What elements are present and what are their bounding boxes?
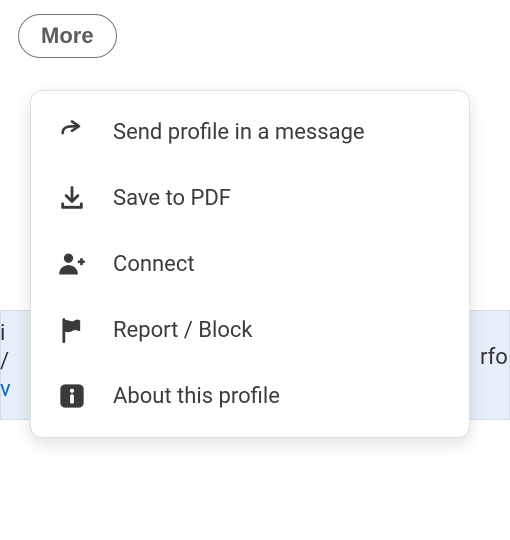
menu-item-label: About this profile [113, 384, 280, 409]
download-icon [57, 183, 87, 213]
menu-item-report-block[interactable]: Report / Block [31, 297, 469, 363]
flag-icon [57, 315, 87, 345]
menu-item-connect[interactable]: Connect [31, 231, 469, 297]
menu-item-label: Save to PDF [113, 186, 231, 211]
menu-item-label: Report / Block [113, 318, 253, 343]
more-button[interactable]: More [18, 14, 117, 58]
share-arrow-icon [57, 117, 87, 147]
menu-item-label: Connect [113, 252, 195, 277]
more-button-label: More [41, 23, 94, 48]
more-dropdown-menu: Send profile in a message Save to PDF Co… [30, 90, 470, 438]
person-plus-icon [57, 249, 87, 279]
menu-item-save-pdf[interactable]: Save to PDF [31, 165, 469, 231]
background-text-left-fragment: i/v [0, 320, 30, 404]
info-icon [57, 381, 87, 411]
menu-item-label: Send profile in a message [113, 120, 365, 145]
background-text-right-fragment: rfo [480, 345, 510, 370]
menu-item-about-profile[interactable]: About this profile [31, 363, 469, 429]
menu-item-send-profile[interactable]: Send profile in a message [31, 99, 469, 165]
